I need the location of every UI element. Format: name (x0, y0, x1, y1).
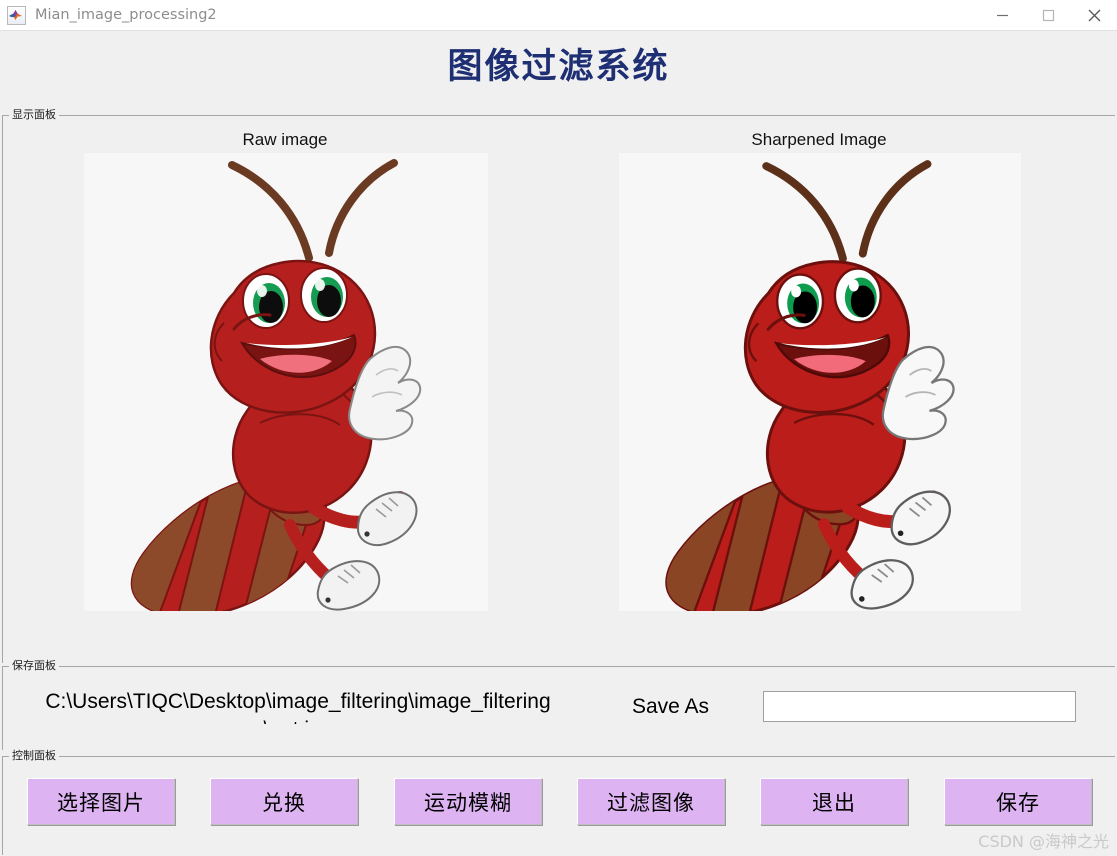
current-file-path: C:\Users\TIQC\Desktop\image_filtering\im… (45, 690, 551, 724)
filter-image-button[interactable]: 过滤图像 (577, 778, 725, 825)
raw-image-canvas (84, 153, 488, 611)
matlab-icon (7, 5, 26, 25)
application-window: Mian_image_processing2 图像过滤系统 显示面板 Raw i… (0, 0, 1117, 856)
ant-illustration-raw (130, 159, 422, 611)
csdn-watermark: CSDN @海神之光 (978, 832, 1109, 851)
maximize-button[interactable] (1025, 1, 1071, 30)
sharpened-image-canvas (619, 153, 1021, 611)
window-titlebar: Mian_image_processing2 (0, 0, 1117, 31)
save-panel-label: 保存面板 (9, 659, 59, 673)
page-title: 图像过滤系统 (447, 46, 670, 87)
sharpened-image-title: Sharpened Image (751, 130, 887, 149)
exchange-button[interactable]: 兑换 (210, 778, 358, 825)
control-panel-label: 控制面板 (9, 749, 59, 763)
exit-button[interactable]: 退出 (760, 778, 908, 825)
save-as-label: Save As (632, 695, 710, 718)
minimize-button[interactable] (979, 1, 1025, 30)
save-as-input[interactable] (763, 691, 1076, 722)
close-button[interactable] (1071, 1, 1117, 30)
motion-blur-button[interactable]: 运动模糊 (394, 778, 542, 825)
select-image-button[interactable]: 选择图片 (27, 778, 175, 825)
ant-illustration-sharpened (665, 160, 955, 611)
raw-image-title: Raw image (242, 130, 328, 149)
display-panel-label: 显示面板 (9, 108, 59, 122)
window-title: Mian_image_processing2 (35, 7, 217, 23)
save-button[interactable]: 保存 (944, 778, 1092, 825)
